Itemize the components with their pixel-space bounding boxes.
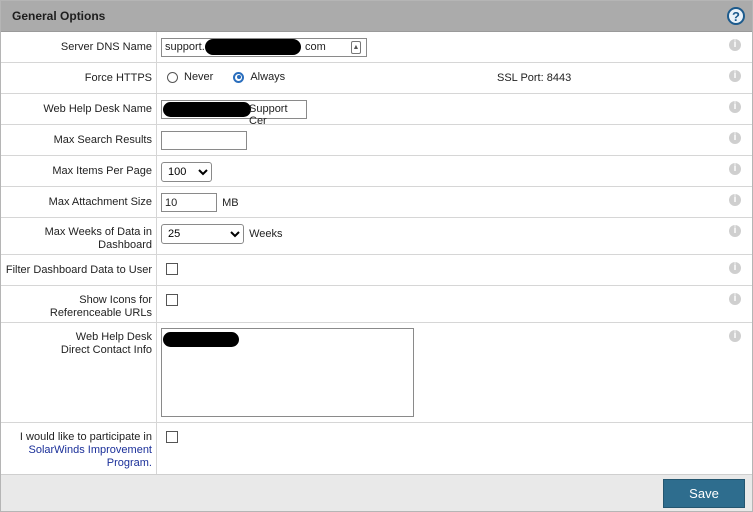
row-show-icons: Show Icons for Referenceable URLs i (1, 286, 752, 323)
info-icon[interactable]: i (729, 163, 741, 175)
max-search-results-input[interactable] (161, 131, 247, 150)
redaction-mark (163, 102, 251, 117)
help-icon[interactable]: ? (727, 7, 745, 25)
save-button[interactable]: Save (663, 479, 745, 508)
redaction-mark (163, 332, 239, 347)
max-attachment-size-unit: MB (222, 196, 239, 209)
max-attachment-size-label: Max Attachment Size (1, 187, 157, 217)
row-max-search-results: Max Search Results i (1, 125, 752, 156)
direct-contact-label-line2: Direct Contact Info (60, 344, 152, 356)
info-icon[interactable]: i (729, 225, 741, 237)
row-max-items-per-page: Max Items Per Page 100 i (1, 156, 752, 187)
max-weeks-dashboard-unit: Weeks (249, 228, 283, 240)
improvement-checkbox[interactable] (166, 431, 178, 443)
row-force-https: Force HTTPS Never Always SSL Port: 8443 … (1, 63, 752, 94)
solarwinds-improvement-link[interactable]: SolarWinds Improvement Program. (29, 444, 153, 469)
radio-never-label: Never (184, 71, 214, 83)
max-weeks-dashboard-label: Max Weeks of Data in Dashboard (1, 218, 157, 254)
improvement-label: I would like to participate in SolarWind… (1, 423, 157, 474)
row-max-attachment-size: Max Attachment Size MB i (1, 187, 752, 218)
radio-never[interactable] (167, 71, 178, 83)
row-max-weeks-dashboard: Max Weeks of Data in Dashboard 25 Weeks … (1, 218, 752, 255)
server-dns-label: Server DNS Name (1, 32, 157, 62)
web-help-desk-name-label: Web Help Desk Name (1, 94, 157, 124)
radio-always[interactable] (233, 71, 245, 83)
row-web-help-desk-name: Web Help Desk Name Support Cer i (1, 94, 752, 127)
max-attachment-size-input[interactable] (161, 193, 217, 212)
row-direct-contact: Web Help Desk Direct Contact Info i (1, 323, 752, 423)
redaction-mark (205, 39, 301, 55)
info-icon[interactable]: i (729, 293, 741, 305)
radio-always-label: Always (250, 71, 286, 83)
server-dns-suffix: com (305, 41, 326, 53)
info-icon[interactable]: i (729, 194, 741, 206)
panel-title: General Options (12, 9, 106, 23)
web-help-desk-name-suffix: Support Cer (249, 103, 288, 127)
info-icon[interactable]: i (729, 70, 741, 82)
force-https-radio-group: Never Always (161, 69, 752, 83)
row-server-dns: Server DNS Name support. com ▲ i (1, 32, 752, 63)
row-improvement-program: I would like to participate in SolarWind… (1, 423, 752, 474)
max-items-per-page-label: Max Items Per Page (1, 156, 157, 186)
max-weeks-dashboard-select[interactable]: 25 (161, 224, 244, 244)
info-icon[interactable]: i (729, 101, 741, 113)
info-icon[interactable]: i (729, 330, 741, 342)
show-icons-checkbox[interactable] (166, 294, 178, 306)
info-icon[interactable]: i (729, 39, 741, 51)
general-options-panel: General Options ? Server DNS Name suppor… (0, 0, 753, 512)
force-https-label: Force HTTPS (1, 63, 157, 93)
filter-dashboard-label: Filter Dashboard Data to User (1, 255, 157, 285)
ssl-port-text: SSL Port: 8443 (497, 72, 572, 84)
info-icon[interactable]: i (729, 132, 741, 144)
direct-contact-label-line1: Web Help Desk (75, 331, 152, 343)
filter-dashboard-checkbox[interactable] (166, 263, 178, 275)
max-search-results-label: Max Search Results (1, 125, 157, 155)
max-items-per-page-select[interactable]: 100 (161, 162, 212, 182)
server-dns-prefix: support. (165, 41, 205, 53)
panel-header: General Options ? (1, 1, 752, 32)
improvement-label-text: I would like to participate in (19, 431, 152, 443)
show-icons-label: Show Icons for Referenceable URLs (1, 286, 157, 322)
key-icon[interactable]: ▲ (351, 41, 361, 54)
info-icon[interactable]: i (729, 262, 741, 274)
direct-contact-label: Web Help Desk Direct Contact Info (1, 323, 157, 422)
row-filter-dashboard: Filter Dashboard Data to User i (1, 255, 752, 286)
panel-footer: Save (1, 474, 752, 511)
